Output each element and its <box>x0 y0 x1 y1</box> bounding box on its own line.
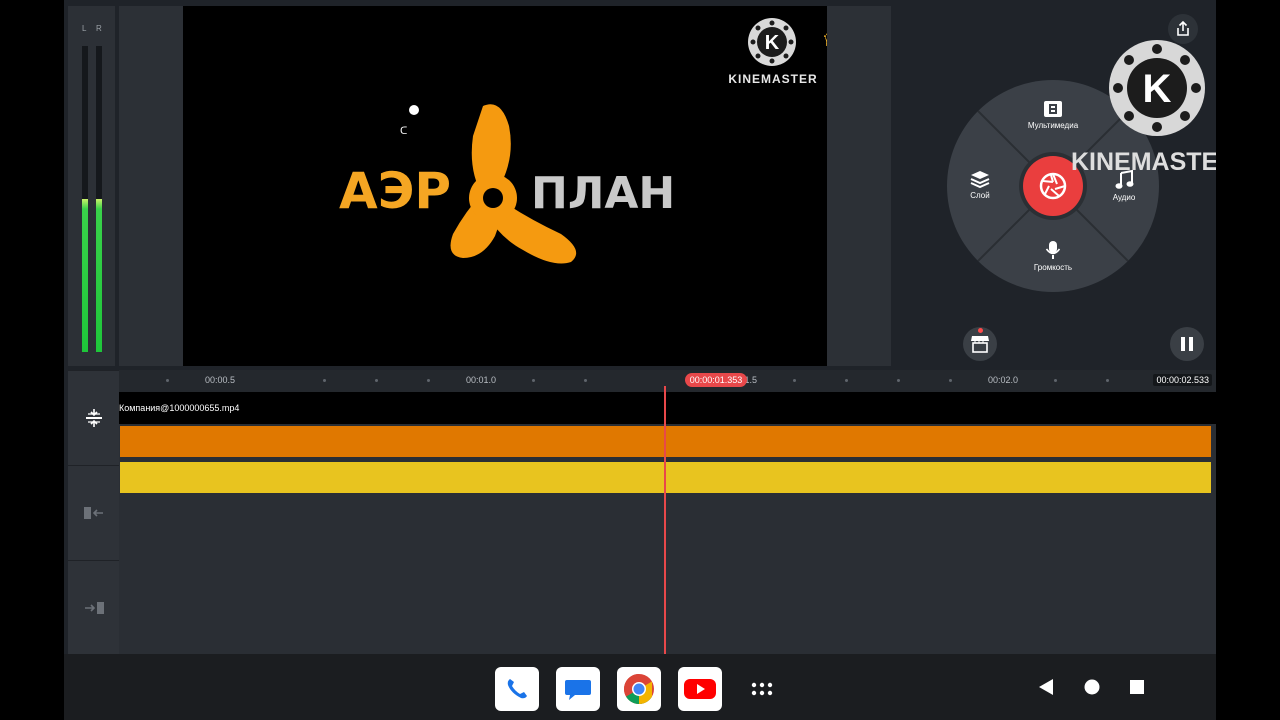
video-clip[interactable]: Компания@1000000655.mp4 <box>119 392 1216 424</box>
messages-icon <box>565 680 591 700</box>
timeline-side-tools <box>68 370 119 654</box>
sparkle-mark: ᑕ <box>400 126 407 137</box>
title-art-text-grey: ПЛАН <box>531 168 675 219</box>
ruler-dot <box>427 379 430 382</box>
sparkle <box>409 105 419 115</box>
control-panel: Мультимедиа Слой Аудио Громкость K KINEM… <box>891 0 1216 366</box>
title-art-text: АЭР <box>339 162 451 220</box>
youtube-icon <box>684 679 716 699</box>
notification-dot <box>978 328 983 333</box>
back-icon[interactable] <box>1038 678 1054 696</box>
chrome-app[interactable] <box>617 667 661 711</box>
meter-right-label: R <box>96 24 102 33</box>
svg-text:K: K <box>765 32 780 54</box>
ruler-dot <box>584 379 587 382</box>
jump-end-icon <box>84 601 104 614</box>
ruler-dot <box>532 379 535 382</box>
meter-left-fill <box>82 199 88 352</box>
media-button[interactable]: Мультимедиа <box>1018 100 1088 130</box>
playhead[interactable] <box>664 386 666 654</box>
propeller-hub <box>483 188 503 208</box>
layers-icon <box>970 171 990 188</box>
pause-icon <box>1181 337 1193 351</box>
watermark-text: KINEMASTER <box>728 72 818 86</box>
kinemaster-logo: K <box>1109 40 1205 136</box>
camera-shutter-icon <box>1039 172 1067 200</box>
meter-right-fill <box>96 199 102 352</box>
total-duration: 00:00:02.533 <box>1153 374 1212 386</box>
ruler-dot <box>897 379 900 382</box>
meter-left-label: L <box>82 24 87 33</box>
kinemaster-k-icon: K <box>750 20 794 64</box>
chrome-icon <box>623 674 654 705</box>
messages-app[interactable] <box>556 667 600 711</box>
kinemaster-logo-icon: K <box>1113 44 1201 132</box>
video-preview[interactable]: ᑕ АЭР ПЛАН K KINEMASTER <box>183 6 827 366</box>
jump-to-start-button[interactable] <box>68 465 119 559</box>
recents-icon[interactable] <box>1129 678 1145 696</box>
phone-app[interactable] <box>495 667 539 711</box>
kinemaster-watermark-logo: K <box>748 18 796 66</box>
store-icon <box>971 336 989 353</box>
svg-text:K: K <box>1143 67 1172 111</box>
asset-store-button[interactable] <box>963 327 997 361</box>
pause-button[interactable] <box>1170 327 1204 361</box>
phone-icon <box>507 679 527 699</box>
preview-gutter-right <box>827 6 891 366</box>
time-ruler[interactable]: 00:00.5 00:01.0 00:01.5 00:02.0 00:00:01… <box>119 370 1216 392</box>
volume-label: Громкость <box>1033 263 1073 272</box>
clip-filename: Компания@1000000655.mp4 <box>119 403 240 413</box>
ruler-dot <box>323 379 326 382</box>
meter-right-bar <box>96 46 102 352</box>
ruler-dot <box>845 379 848 382</box>
timeline[interactable]: 00:00.5 00:01.0 00:01.5 00:02.0 00:00:01… <box>68 370 1216 654</box>
meter-left-bar <box>82 46 88 352</box>
audio-label: Аудио <box>1112 193 1136 202</box>
preview-gutter-left <box>119 6 183 366</box>
app-drawer-icon <box>751 682 773 696</box>
ruler-dot <box>793 379 796 382</box>
media-icon <box>1044 101 1062 117</box>
ruler-dot <box>949 379 952 382</box>
ruler-label: 00:01.0 <box>466 375 497 385</box>
current-time-badge[interactable]: 00:00:01.353 <box>685 373 747 387</box>
home-icon[interactable] <box>1084 678 1100 696</box>
jump-start-icon <box>83 506 103 519</box>
ruler-dot <box>375 379 378 382</box>
media-label: Мультимедиа <box>1027 121 1079 130</box>
microphone-icon <box>1045 241 1061 259</box>
title-art: ᑕ АЭР ПЛАН <box>339 104 675 264</box>
ruler-dot <box>1054 379 1057 382</box>
app-drawer-button[interactable] <box>740 667 784 711</box>
share-icon <box>1177 21 1189 36</box>
ruler-label: 00:02.0 <box>988 375 1019 385</box>
kinemaster-screen: L R ᑕ АЭР ПЛАН K KINEMASTER Мультимедиа … <box>64 0 1216 720</box>
system-taskbar <box>64 654 1216 720</box>
ruler-dot <box>166 379 169 382</box>
ruler-label: 00:00.5 <box>205 375 236 385</box>
layer-button[interactable]: Слой <box>947 170 1015 200</box>
voice-button[interactable]: Громкость <box>1018 240 1088 272</box>
layer-label: Слой <box>970 191 990 200</box>
timeline-expand-button[interactable] <box>68 370 119 464</box>
jump-to-end-button[interactable] <box>68 560 119 654</box>
ruler-dot <box>1106 379 1109 382</box>
youtube-app[interactable] <box>678 667 722 711</box>
kinemaster-brand-text: KINEMASTER <box>1071 148 1216 176</box>
expand-tracks-icon <box>85 408 102 427</box>
audio-level-meter: L R <box>68 6 115 366</box>
